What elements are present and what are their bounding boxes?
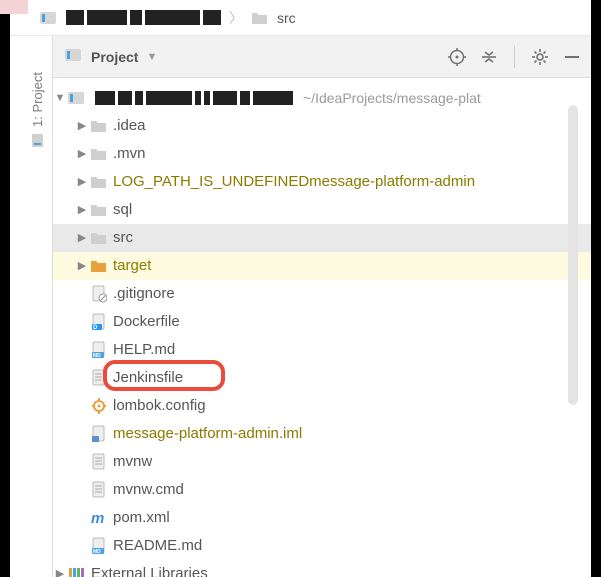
project-root-row[interactable]: ▼ ~/IdeaProjects/message-plat [53, 84, 591, 112]
locate-icon[interactable] [448, 48, 466, 66]
project-view-icon [65, 47, 83, 66]
tree-item-label: LOG_PATH_IS_UNDEFINEDmessage-platform-ad… [113, 168, 475, 196]
gear-icon[interactable] [531, 48, 549, 66]
project-toolbar: Project ▼ [53, 36, 591, 78]
project-panel: Project ▼ [52, 36, 591, 577]
file-iml-icon [89, 425, 109, 443]
expand-arrow-right-icon[interactable]: ▶ [53, 560, 67, 577]
folder-icon [89, 146, 109, 162]
tree-row[interactable]: ▶ target [53, 252, 591, 280]
tree-item-label: .idea [113, 112, 146, 140]
tree-row[interactable]: Jenkinsfile [53, 364, 591, 392]
tree-item-label: README.md [113, 532, 202, 560]
tree-item-label: pom.xml [113, 504, 170, 532]
expand-arrow-right-icon[interactable]: ▶ [75, 196, 89, 224]
file-text-icon [89, 481, 109, 499]
folder-excl-icon [89, 258, 109, 274]
svg-text:m: m [91, 510, 104, 527]
project-view-label: Project [91, 49, 138, 65]
scrollbar-thumb[interactable] [568, 105, 578, 405]
folder-icon [89, 230, 109, 246]
tree-item-label: .gitignore [113, 280, 175, 308]
tree-item-label: src [113, 224, 133, 252]
file-md-icon: MD [89, 537, 109, 555]
tree-row[interactable]: mvnw [53, 448, 591, 476]
tree-item-label: message-platform-admin.iml [113, 420, 302, 448]
expand-arrow-right-icon[interactable]: ▶ [75, 168, 89, 196]
sidebar-tab-project[interactable]: 1: Project [22, 50, 52, 170]
external-libraries-label: External Libraries [91, 560, 208, 577]
tree-row[interactable]: ▶ sql [53, 196, 591, 224]
breadcrumb-redacted[interactable] [66, 10, 221, 26]
expand-arrow-down-icon[interactable]: ▼ [53, 84, 67, 112]
hide-icon[interactable] [563, 48, 581, 66]
expand-arrow-right-icon[interactable]: ▶ [75, 112, 89, 140]
folder-icon [89, 118, 109, 134]
project-icon [40, 10, 58, 26]
expand-arrow-right-icon[interactable]: ▶ [75, 252, 89, 280]
tree-row[interactable]: .gitignore [53, 280, 591, 308]
tree-item-label: mvnw.cmd [113, 476, 184, 504]
svg-text:MD: MD [93, 353, 101, 359]
libraries-icon [67, 566, 87, 577]
project-path: ~/IdeaProjects/message-plat [303, 84, 481, 112]
folder-icon [89, 174, 109, 190]
file-text-icon [89, 453, 109, 471]
tree-row[interactable]: m pom.xml [53, 504, 591, 532]
tree-row[interactable]: ▶ LOG_PATH_IS_UNDEFINEDmessage-platform-a… [53, 168, 591, 196]
tree-row[interactable]: ▶ .idea [53, 112, 591, 140]
tree-row[interactable]: lombok.config [53, 392, 591, 420]
project-name-redacted [95, 91, 293, 106]
tree-row[interactable]: message-platform-admin.iml [53, 420, 591, 448]
ide-window: 〉 src 1: Project Project ▼ [10, 0, 591, 577]
file-gear-icon [89, 397, 109, 415]
breadcrumb: 〉 src [10, 0, 591, 36]
sidebar-tab-label: 1: Project [30, 72, 45, 127]
tree-row[interactable]: ▶ .mvn [53, 140, 591, 168]
external-libraries-row[interactable]: ▶ External Libraries [53, 560, 591, 577]
chevron-right-icon: 〉 [229, 8, 243, 28]
project-tool-icon [30, 133, 44, 147]
svg-text:MD: MD [93, 549, 101, 555]
expand-arrow-right-icon[interactable]: ▶ [75, 140, 89, 168]
tree-item-label: lombok.config [113, 392, 206, 420]
tree-item-label: target [113, 252, 151, 280]
tree-row[interactable]: mvnw.cmd [53, 476, 591, 504]
file-md-icon: MD [89, 341, 109, 359]
tree-row[interactable]: MD HELP.md [53, 336, 591, 364]
folder-icon [89, 202, 109, 218]
tree-item-label: mvnw [113, 448, 152, 476]
project-view-selector[interactable]: Project ▼ [65, 47, 157, 66]
tree-item-label: .mvn [113, 140, 146, 168]
dropdown-arrow-icon: ▼ [146, 51, 157, 63]
tree-item-label: Dockerfile [113, 308, 180, 336]
toolbar-separator [514, 46, 515, 68]
svg-text:D: D [93, 325, 98, 331]
folder-icon [251, 10, 269, 26]
tree-item-label: Jenkinsfile [113, 364, 183, 392]
breadcrumb-src[interactable]: src [277, 10, 296, 26]
tree-row[interactable]: D Dockerfile [53, 308, 591, 336]
file-ignore-icon [89, 285, 109, 303]
tree-row[interactable]: ▶ src [53, 224, 591, 252]
collapse-all-icon[interactable] [480, 48, 498, 66]
file-maven-icon: m [89, 509, 109, 527]
expand-arrow-right-icon[interactable]: ▶ [75, 224, 89, 252]
tree-item-label: sql [113, 196, 132, 224]
project-icon [67, 90, 87, 106]
project-tree[interactable]: ▼ ~/IdeaProjects/message-plat [53, 78, 591, 577]
pink-corner-marker [0, 0, 28, 14]
file-docker-icon: D [89, 313, 109, 331]
file-text-icon [89, 369, 109, 387]
tree-item-label: HELP.md [113, 336, 175, 364]
tree-row[interactable]: MD README.md [53, 532, 591, 560]
